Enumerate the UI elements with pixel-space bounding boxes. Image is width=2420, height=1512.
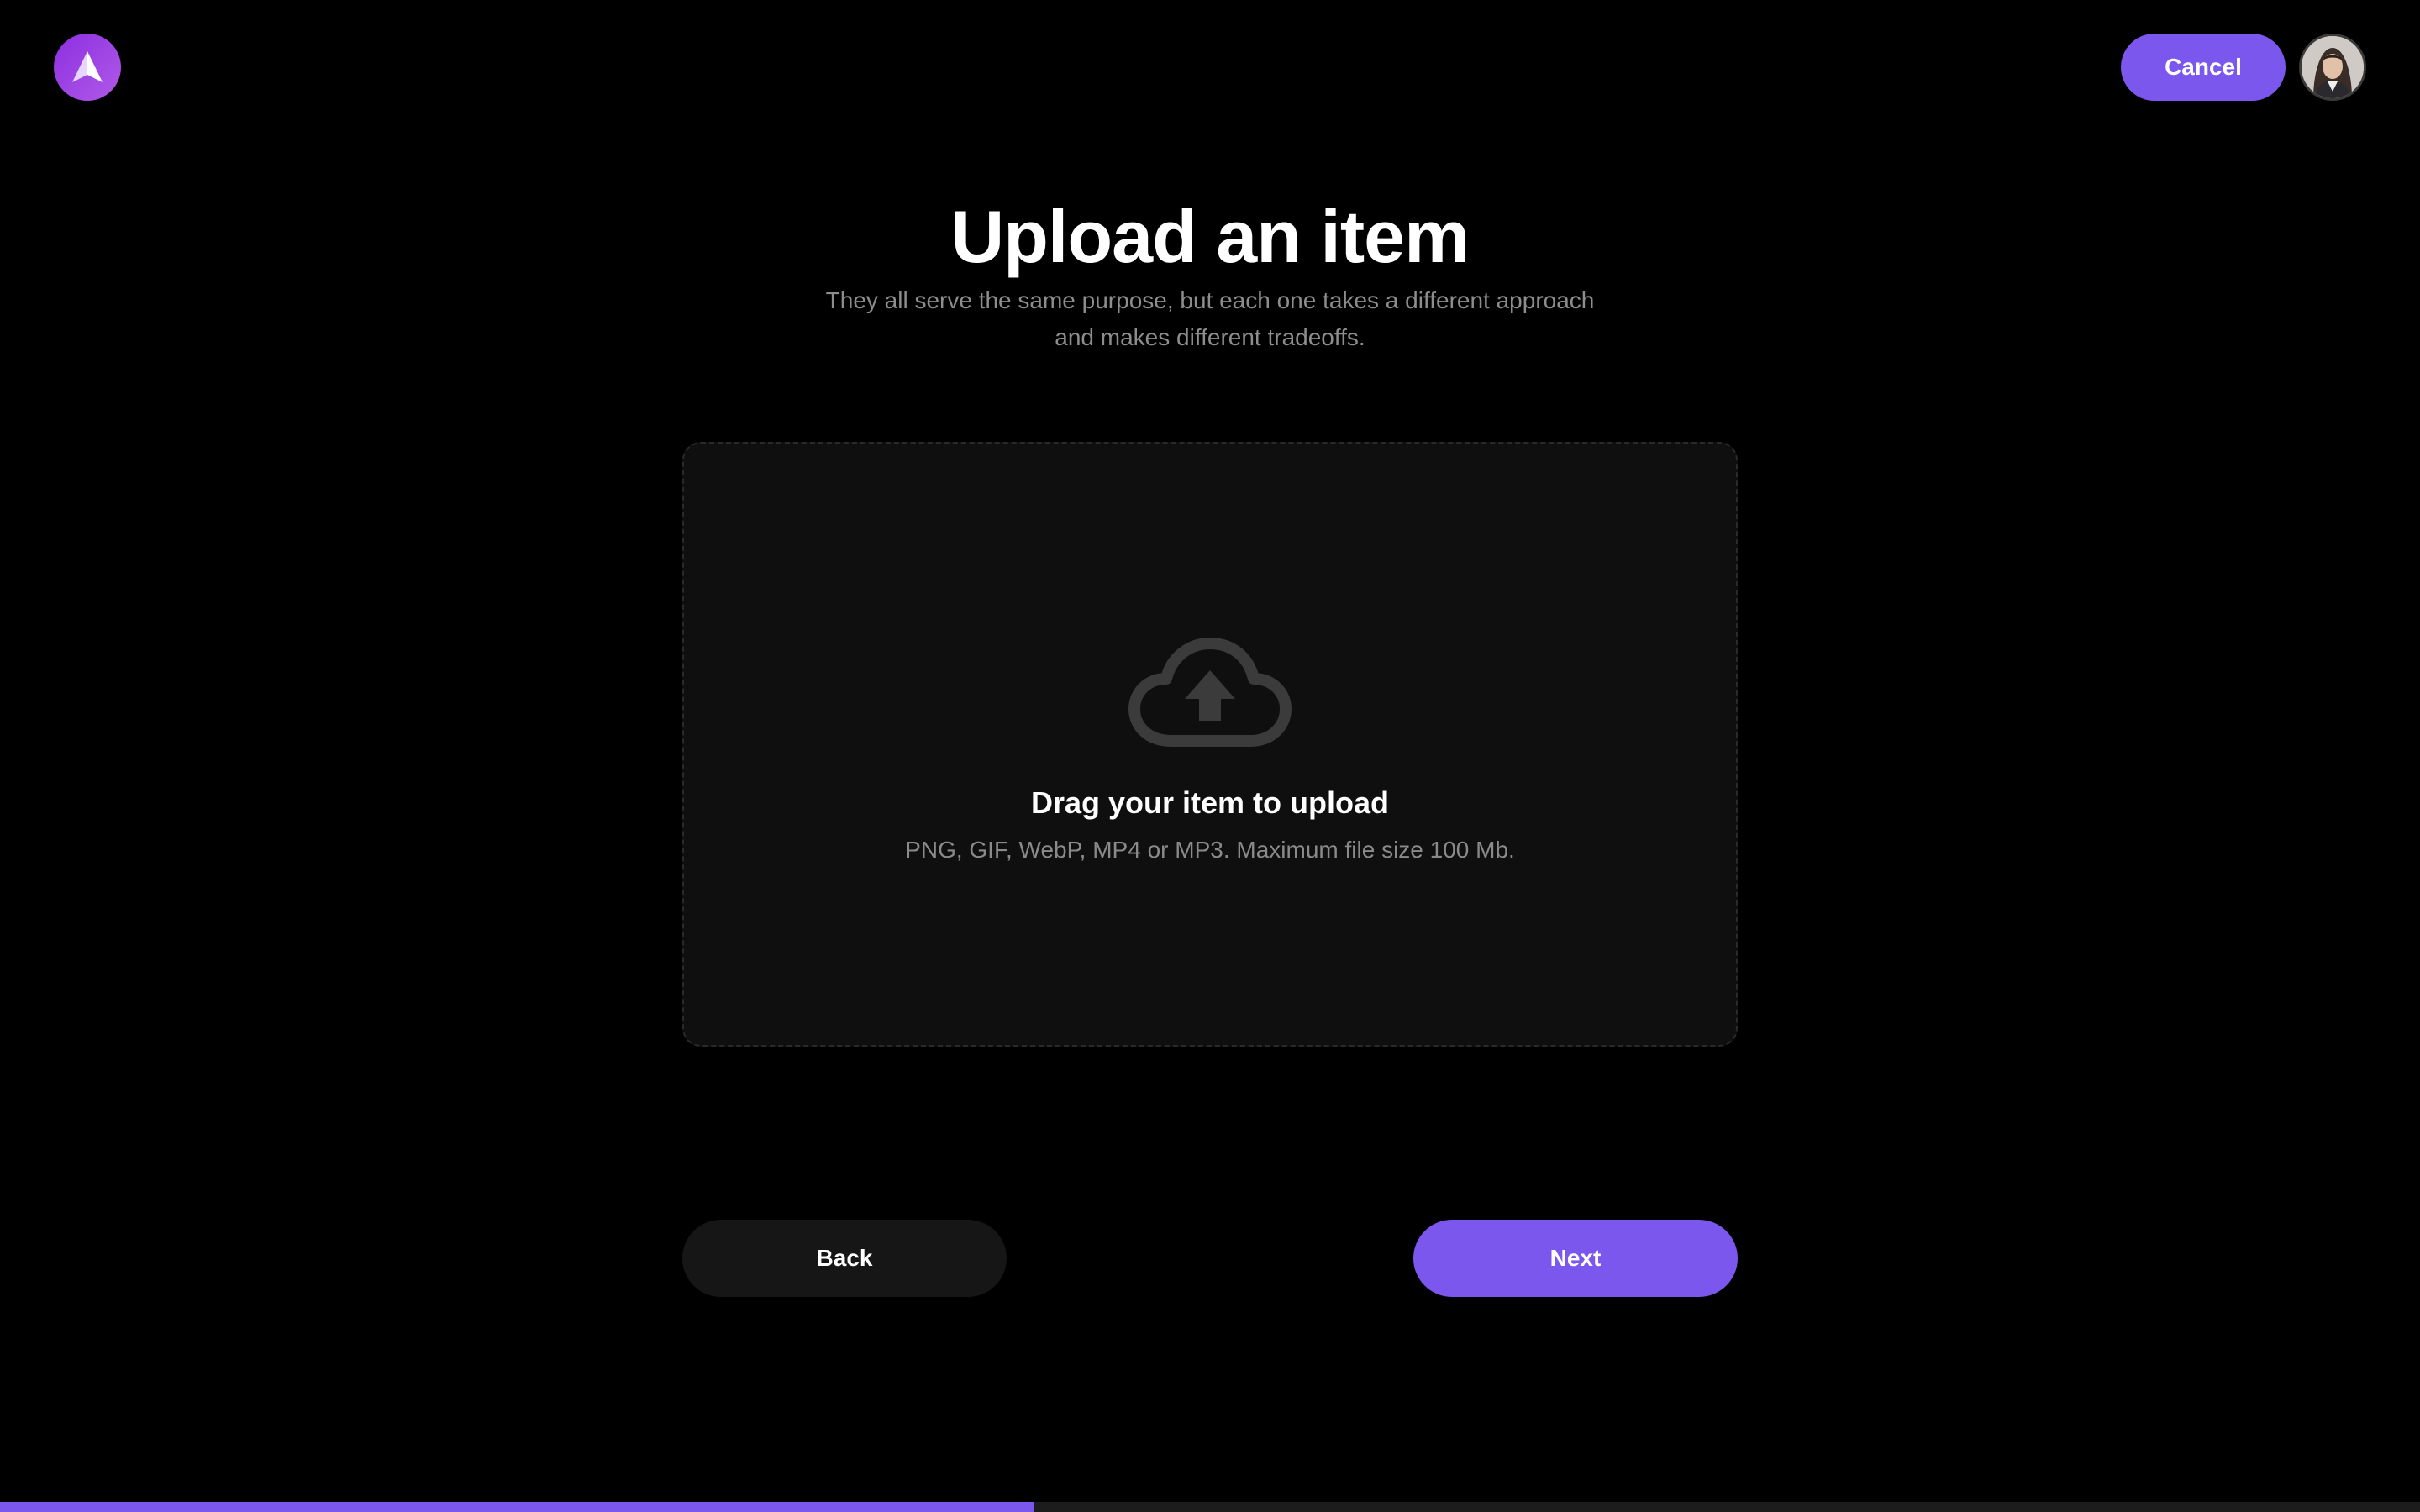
upload-dropzone[interactable]: Drag your item to upload PNG, GIF, WebP,…	[682, 442, 1738, 1047]
dropzone-hint: PNG, GIF, WebP, MP4 or MP3. Maximum file…	[905, 837, 1515, 863]
cloud-upload-icon	[1128, 638, 1292, 747]
progress-bar	[0, 1502, 2420, 1512]
arrow-up-logo-icon	[72, 51, 103, 82]
logo[interactable]	[54, 34, 121, 101]
next-button[interactable]: Next	[1413, 1220, 1738, 1297]
avatar[interactable]	[2299, 34, 2366, 101]
dropzone-title: Drag your item to upload	[1030, 785, 1390, 820]
page-subtitle: They all serve the same purpose, but eac…	[825, 287, 1595, 350]
user-avatar-icon	[2302, 36, 2364, 98]
progress-fill	[0, 1502, 1034, 1512]
back-button[interactable]: Back	[682, 1220, 1007, 1297]
page-title: Upload an item	[950, 195, 1470, 278]
cancel-button[interactable]: Cancel	[2121, 34, 2286, 101]
